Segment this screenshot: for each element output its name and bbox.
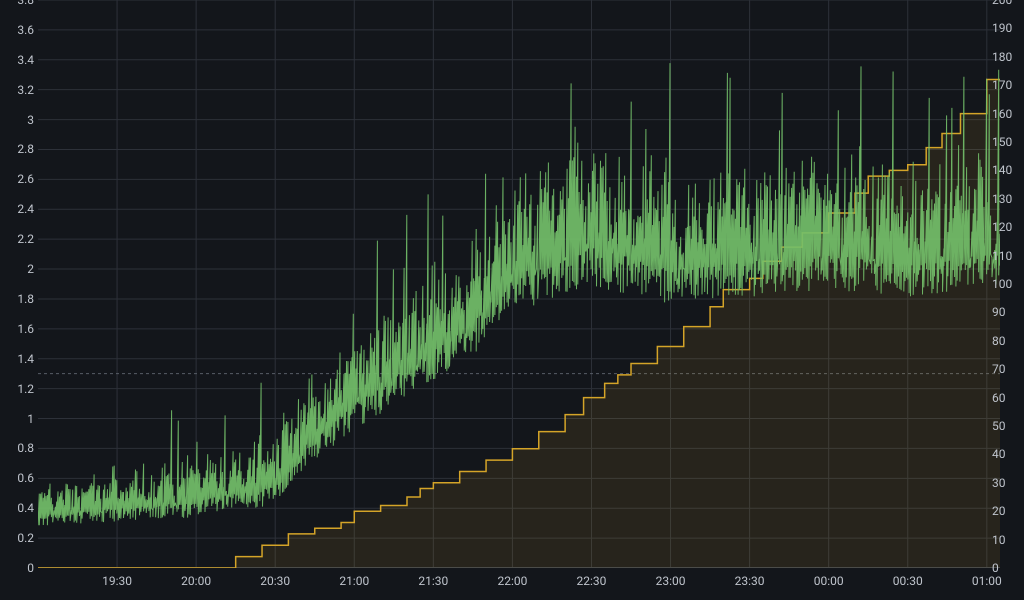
left-tick: 0.2 <box>17 531 34 545</box>
bottom-tick: 00:30 <box>893 574 923 588</box>
bottom-tick: 21:30 <box>418 574 448 588</box>
bottom-tick: 22:00 <box>497 574 527 588</box>
right-tick: 150 <box>992 135 1012 149</box>
right-tick: 120 <box>992 220 1012 234</box>
left-tick: 1 <box>27 412 34 426</box>
right-tick: 190 <box>992 21 1012 35</box>
left-tick: 3.4 <box>17 53 34 67</box>
right-tick: 70 <box>992 362 1006 376</box>
left-tick: 2.4 <box>17 202 34 216</box>
right-tick: 10 <box>992 533 1006 547</box>
right-tick: 200 <box>992 0 1012 7</box>
right-tick: 170 <box>992 78 1012 92</box>
left-tick: 3 <box>27 113 34 127</box>
left-tick: 1.6 <box>17 322 34 336</box>
right-tick: 30 <box>992 476 1006 490</box>
right-tick: 20 <box>992 504 1006 518</box>
right-tick: 130 <box>992 192 1012 206</box>
chart-plot-area[interactable] <box>38 0 1000 568</box>
left-tick: 2 <box>27 262 34 276</box>
bottom-tick: 20:30 <box>260 574 290 588</box>
left-tick: 1.2 <box>17 382 34 396</box>
right-tick: 140 <box>992 163 1012 177</box>
right-tick: 90 <box>992 305 1006 319</box>
right-tick: 160 <box>992 107 1012 121</box>
bottom-tick: 00:00 <box>814 574 844 588</box>
bottom-tick: 20:00 <box>181 574 211 588</box>
left-tick: 2.6 <box>17 172 34 186</box>
left-tick: 2.2 <box>17 232 34 246</box>
bottom-tick: 21:00 <box>339 574 369 588</box>
left-tick: 0.8 <box>17 441 34 455</box>
bottom-axis: 19:30 20:00 20:30 21:00 21:30 22:00 22:30 23:00… <box>38 568 1000 600</box>
right-axis: 0102030405060708090100110120130140150160… <box>988 0 1024 568</box>
bottom-tick: 01:00 <box>972 574 1002 588</box>
chart-canvas <box>38 0 1000 568</box>
left-tick: 1.8 <box>17 292 34 306</box>
left-tick: 1.4 <box>17 352 34 366</box>
left-tick: 0 <box>27 561 34 575</box>
left-tick: 3.6 <box>17 23 34 37</box>
right-tick: 40 <box>992 447 1006 461</box>
left-tick: 0.4 <box>17 501 34 515</box>
left-axis: 00.20.40.60.811.21.41.61.822.22.42.62.83… <box>0 0 38 568</box>
right-tick: 50 <box>992 419 1006 433</box>
right-tick: 60 <box>992 391 1006 405</box>
right-tick: 110 <box>992 249 1012 263</box>
left-tick: 3.2 <box>17 83 34 97</box>
left-tick: 0.6 <box>17 471 34 485</box>
left-tick: 2.8 <box>17 142 34 156</box>
bottom-tick: 19:30 <box>102 574 132 588</box>
bottom-tick: 23:00 <box>656 574 686 588</box>
left-tick: 3.8 <box>17 0 34 7</box>
right-tick: 80 <box>992 334 1006 348</box>
bottom-tick: 22:30 <box>577 574 607 588</box>
right-tick: 180 <box>992 50 1012 64</box>
bottom-tick: 23:30 <box>735 574 765 588</box>
right-tick: 100 <box>992 277 1012 291</box>
